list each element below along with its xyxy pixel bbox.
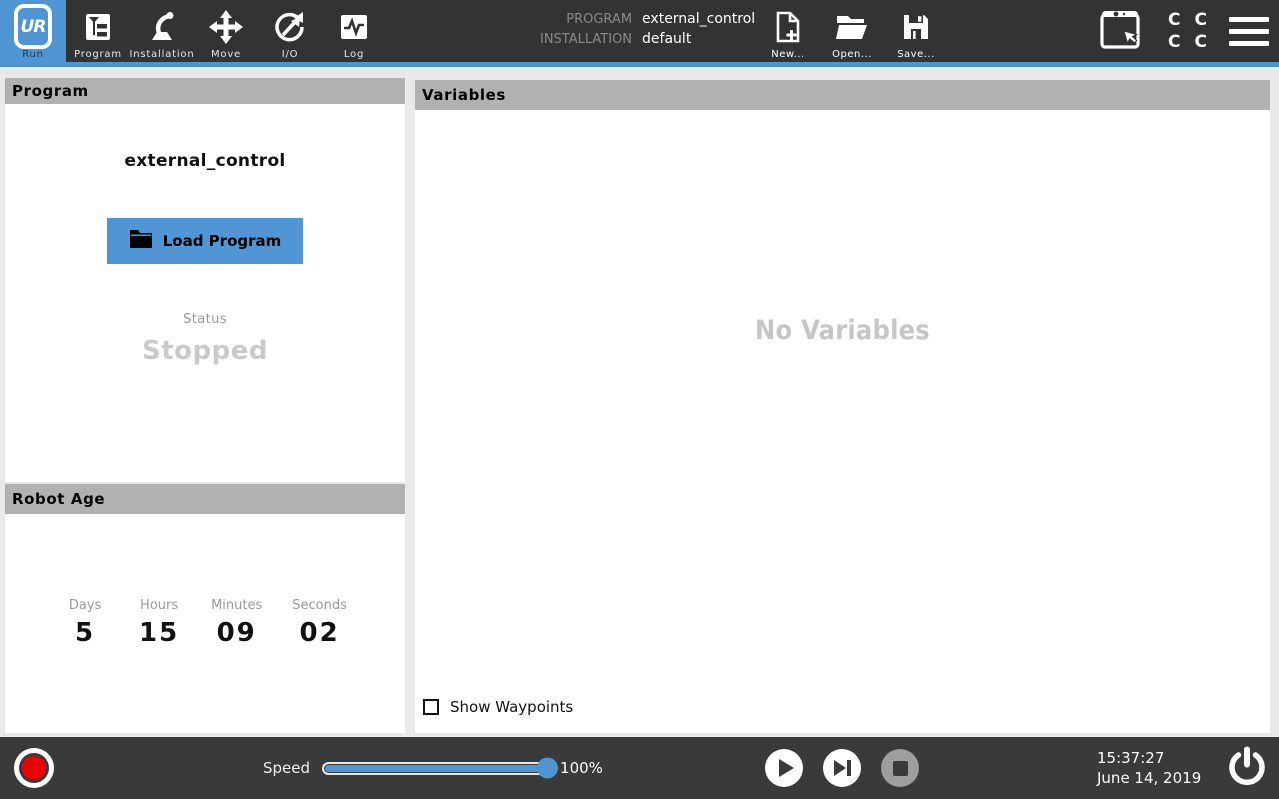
age-seconds-value: 02 bbox=[300, 618, 340, 648]
stop-icon bbox=[893, 761, 908, 776]
new-button-label: New... bbox=[771, 49, 804, 60]
tab-installation[interactable]: Installation bbox=[130, 0, 194, 62]
age-days-label: Days bbox=[69, 598, 101, 613]
speed-value: 100% bbox=[560, 759, 603, 777]
robot-age-values: Days 5 Hours 15 Minutes 09 Seconds 02 bbox=[5, 598, 405, 648]
play-icon bbox=[765, 749, 803, 787]
status-value: Stopped bbox=[5, 336, 405, 366]
main-nav-tabs: UR Run Program bbox=[0, 0, 386, 62]
speed-slider-fill bbox=[325, 765, 543, 772]
installation-label: INSTALLATION bbox=[540, 32, 632, 47]
show-waypoints-toggle[interactable]: Show Waypoints bbox=[423, 698, 573, 716]
speed-slider-thumb[interactable] bbox=[537, 758, 558, 779]
age-unit-minutes: Minutes 09 bbox=[211, 598, 262, 648]
current-time: 15:37:27 bbox=[1097, 748, 1201, 768]
age-minutes-label: Minutes bbox=[211, 598, 262, 613]
program-panel: Program external_control Load Program St… bbox=[5, 78, 405, 482]
save-button-label: Save... bbox=[897, 49, 935, 60]
move-arrows-icon bbox=[209, 4, 243, 49]
loaded-program-name: external_control bbox=[5, 151, 405, 171]
age-hours-label: Hours bbox=[140, 598, 178, 613]
status-letter: C bbox=[1195, 32, 1207, 52]
ur-logo-text: UR bbox=[21, 17, 46, 37]
playback-controls bbox=[765, 749, 919, 787]
age-hours-value: 15 bbox=[139, 618, 179, 648]
tab-run[interactable]: UR Run bbox=[0, 0, 66, 62]
shutdown-button[interactable] bbox=[1226, 746, 1268, 791]
tab-log[interactable]: Log bbox=[322, 0, 386, 62]
robot-stopped-red-indicator bbox=[22, 756, 46, 780]
tab-io-label: I/O bbox=[282, 49, 299, 60]
status-letter-grid: C C C C bbox=[1168, 10, 1207, 52]
main-content: Program external_control Load Program St… bbox=[0, 67, 1279, 737]
age-seconds-label: Seconds bbox=[292, 598, 347, 613]
top-header: UR Run Program bbox=[0, 0, 1279, 67]
open-folder-icon bbox=[835, 4, 869, 49]
io-circular-arrows-icon bbox=[273, 4, 307, 49]
status-letter: C bbox=[1195, 10, 1207, 30]
program-tree-icon bbox=[83, 4, 113, 49]
load-program-label: Load Program bbox=[163, 232, 282, 250]
robot-arm-icon bbox=[145, 4, 179, 49]
open-button-label: Open... bbox=[832, 49, 872, 60]
no-variables-message: No Variables bbox=[415, 315, 1270, 346]
log-chart-icon bbox=[338, 4, 370, 49]
robot-age-title: Robot Age bbox=[5, 484, 405, 514]
program-panel-title: Program bbox=[5, 78, 405, 104]
age-minutes-value: 09 bbox=[217, 618, 257, 648]
hamburger-menu-icon[interactable] bbox=[1229, 13, 1269, 50]
header-right-group: C C C C bbox=[1094, 0, 1269, 62]
show-waypoints-label: Show Waypoints bbox=[450, 698, 573, 716]
ur-logo-icon: UR bbox=[14, 4, 52, 49]
tab-move-label: Move bbox=[211, 49, 241, 60]
current-date: June 14, 2019 bbox=[1097, 768, 1201, 788]
status-letter: C bbox=[1168, 32, 1180, 52]
speed-control: Speed 100% bbox=[263, 759, 603, 777]
tab-program[interactable]: Program bbox=[66, 0, 130, 62]
teach-pendant-touch-icon[interactable] bbox=[1094, 5, 1146, 57]
tab-program-label: Program bbox=[74, 49, 122, 60]
step-forward-icon bbox=[823, 749, 861, 787]
speed-slider[interactable] bbox=[322, 762, 554, 775]
show-waypoints-checkbox[interactable] bbox=[423, 699, 439, 715]
bottom-bar: Speed 100% 15:37:27 June 14, 2019 bbox=[0, 737, 1279, 799]
step-button[interactable] bbox=[823, 749, 861, 787]
age-unit-seconds: Seconds 02 bbox=[292, 598, 347, 648]
new-button[interactable]: New... bbox=[763, 4, 813, 60]
open-button[interactable]: Open... bbox=[827, 4, 877, 60]
stop-button[interactable] bbox=[881, 749, 919, 787]
initialize-robot-button[interactable] bbox=[14, 748, 54, 788]
status-letter: C bbox=[1168, 10, 1180, 30]
loaded-file-info: PROGRAM external_control INSTALLATION de… bbox=[540, 11, 755, 47]
speed-label: Speed bbox=[263, 759, 310, 777]
save-button[interactable]: Save... bbox=[891, 4, 941, 60]
left-column: Program external_control Load Program St… bbox=[5, 78, 405, 733]
initialize-status-ring bbox=[19, 753, 49, 783]
save-floppy-icon bbox=[901, 4, 931, 49]
load-program-button[interactable]: Load Program bbox=[107, 218, 303, 264]
robot-age-panel: Robot Age Days 5 Hours 15 Minutes 09 Sec… bbox=[5, 484, 405, 733]
variables-panel-title: Variables bbox=[415, 80, 1270, 110]
age-days-value: 5 bbox=[75, 618, 95, 648]
status-label: Status bbox=[5, 312, 405, 327]
tab-io[interactable]: I/O bbox=[258, 0, 322, 62]
power-icon bbox=[1226, 746, 1268, 788]
new-file-icon bbox=[775, 4, 801, 49]
tab-move[interactable]: Move bbox=[194, 0, 258, 62]
file-actions: New... Open... Save... bbox=[763, 4, 941, 60]
tab-run-label: Run bbox=[22, 49, 44, 60]
program-name: external_control bbox=[642, 11, 755, 27]
tab-installation-label: Installation bbox=[130, 49, 195, 60]
tab-log-label: Log bbox=[344, 49, 364, 60]
variables-panel: Variables No Variables Show Waypoints bbox=[415, 80, 1270, 733]
program-label: PROGRAM bbox=[540, 12, 632, 27]
age-unit-days: Days 5 bbox=[63, 598, 107, 648]
play-button[interactable] bbox=[765, 749, 803, 787]
program-panel-body: external_control Load Program Status Sto… bbox=[5, 104, 405, 482]
installation-name: default bbox=[642, 31, 755, 47]
age-unit-hours: Hours 15 bbox=[137, 598, 181, 648]
variables-panel-body: No Variables Show Waypoints bbox=[415, 110, 1270, 733]
folder-icon bbox=[129, 229, 153, 253]
clock-display: 15:37:27 June 14, 2019 bbox=[1097, 748, 1201, 788]
